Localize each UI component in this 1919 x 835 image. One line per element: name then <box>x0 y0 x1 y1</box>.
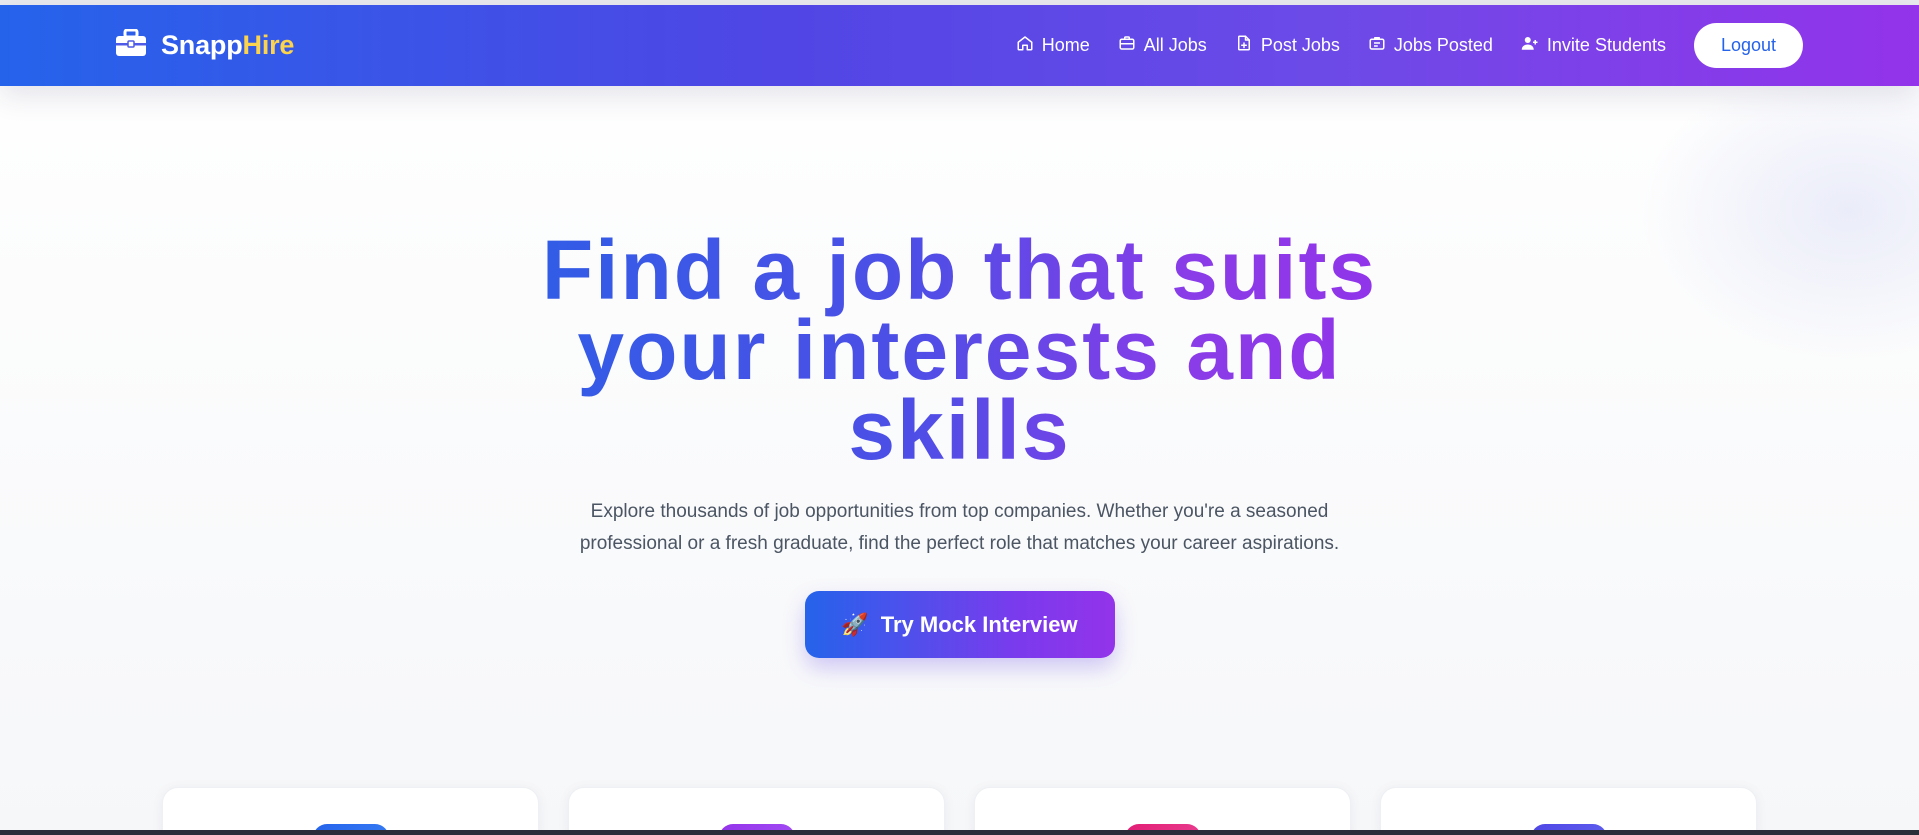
feature-card[interactable] <box>974 787 1351 835</box>
nav-item-label: All Jobs <box>1143 35 1207 55</box>
nav-item-home[interactable]: Home <box>1016 34 1090 57</box>
try-mock-interview-button[interactable]: 🚀 Try Mock Interview <box>804 591 1115 658</box>
navbar: SnappHire Home All Jobs Post Jobs Jobs P… <box>0 5 1919 86</box>
nav-item-label: Jobs Posted <box>1393 35 1493 55</box>
cta-label: Try Mock Interview <box>880 611 1078 637</box>
hero-section: Find a job that suits your interests and… <box>0 228 1919 658</box>
hero-subtext: Explore thousands of job opportunities f… <box>579 501 1340 554</box>
nav-item-label: Post Jobs <box>1260 35 1340 55</box>
feature-card[interactable] <box>1380 787 1757 835</box>
brand-name: SnappHire <box>161 30 295 60</box>
rocket-icon: 🚀 <box>841 611 869 637</box>
feature-card[interactable] <box>162 787 539 835</box>
nav-item-label: Home <box>1041 35 1090 55</box>
file-plus-icon <box>1235 34 1253 57</box>
nav-item-post-jobs[interactable]: Post Jobs <box>1235 34 1340 57</box>
briefcase-icon <box>115 28 147 62</box>
briefcase-icon <box>1118 34 1136 57</box>
taskbar-edge <box>0 830 1919 835</box>
home-icon <box>1016 34 1034 57</box>
page: SnappHire Home All Jobs Post Jobs Jobs P… <box>0 0 1919 835</box>
logout-button[interactable]: Logout <box>1694 23 1803 68</box>
feature-card[interactable] <box>568 787 945 835</box>
user-plus-icon <box>1521 34 1539 57</box>
brand-logo[interactable]: SnappHire <box>115 5 294 86</box>
nav-item-label: Invite Students <box>1546 35 1666 55</box>
briefcase-list-icon <box>1368 34 1386 57</box>
brand-name-accent: Hire <box>242 30 295 60</box>
nav-item-all-jobs[interactable]: All Jobs <box>1118 34 1207 57</box>
hero-headline: Find a job that suits your interests and… <box>500 228 1420 472</box>
nav-item-jobs-posted[interactable]: Jobs Posted <box>1368 34 1493 57</box>
nav-links: Home All Jobs Post Jobs Jobs Posted Invi… <box>1016 5 1803 86</box>
feature-cards <box>162 787 1758 835</box>
nav-item-invite-students[interactable]: Invite Students <box>1521 34 1666 57</box>
